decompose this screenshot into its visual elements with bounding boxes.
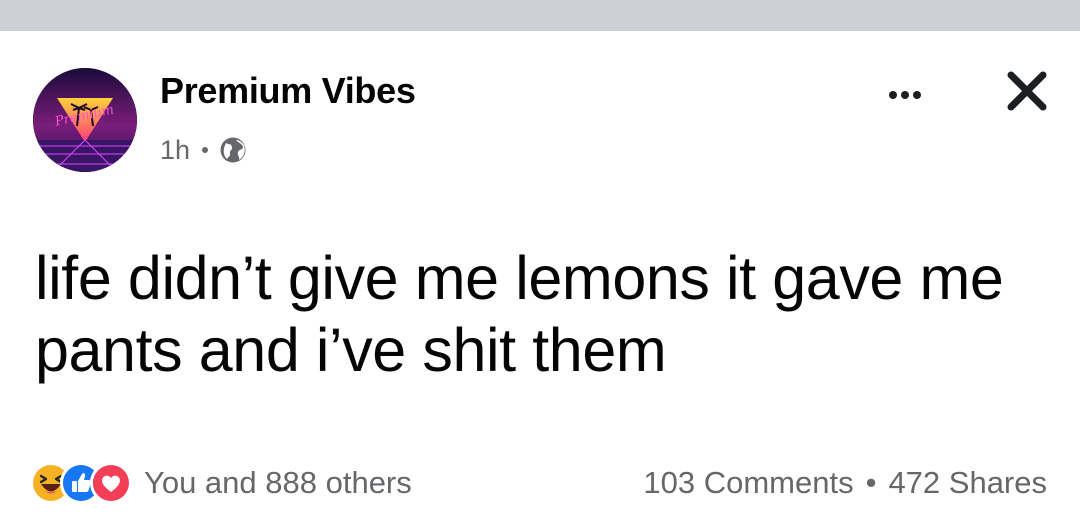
meta-separator-dot [202,147,209,153]
reactions-count[interactable]: You and 888 others [144,461,412,505]
post-card: Premium Premium Vibes 1h life didn’t giv… [0,31,1080,524]
stats-separator: • [865,465,877,500]
comments-count[interactable]: 103 Comments [643,465,853,501]
top-strip [0,0,1080,31]
shares-count[interactable]: 472 Shares [888,465,1047,501]
love-icon [90,462,132,504]
avatar[interactable]: Premium [33,68,137,172]
close-icon[interactable] [1003,67,1051,115]
post-stats: 103 Comments • 472 Shares [643,461,1047,505]
more-options-button[interactable] [876,78,934,112]
post-meta: 1h [160,132,248,168]
more-dot-icon [889,91,897,99]
more-dot-icon [913,91,921,99]
post-text: life didn’t give me lemons it gave me pa… [35,244,1004,384]
author-name[interactable]: Premium Vibes [160,71,416,111]
reactions-summary[interactable]: You and 888 others [30,461,412,505]
avatar-image: Premium [33,68,137,172]
more-dot-icon [901,91,909,99]
globe-icon[interactable] [218,135,248,165]
post-time[interactable]: 1h [160,132,190,168]
